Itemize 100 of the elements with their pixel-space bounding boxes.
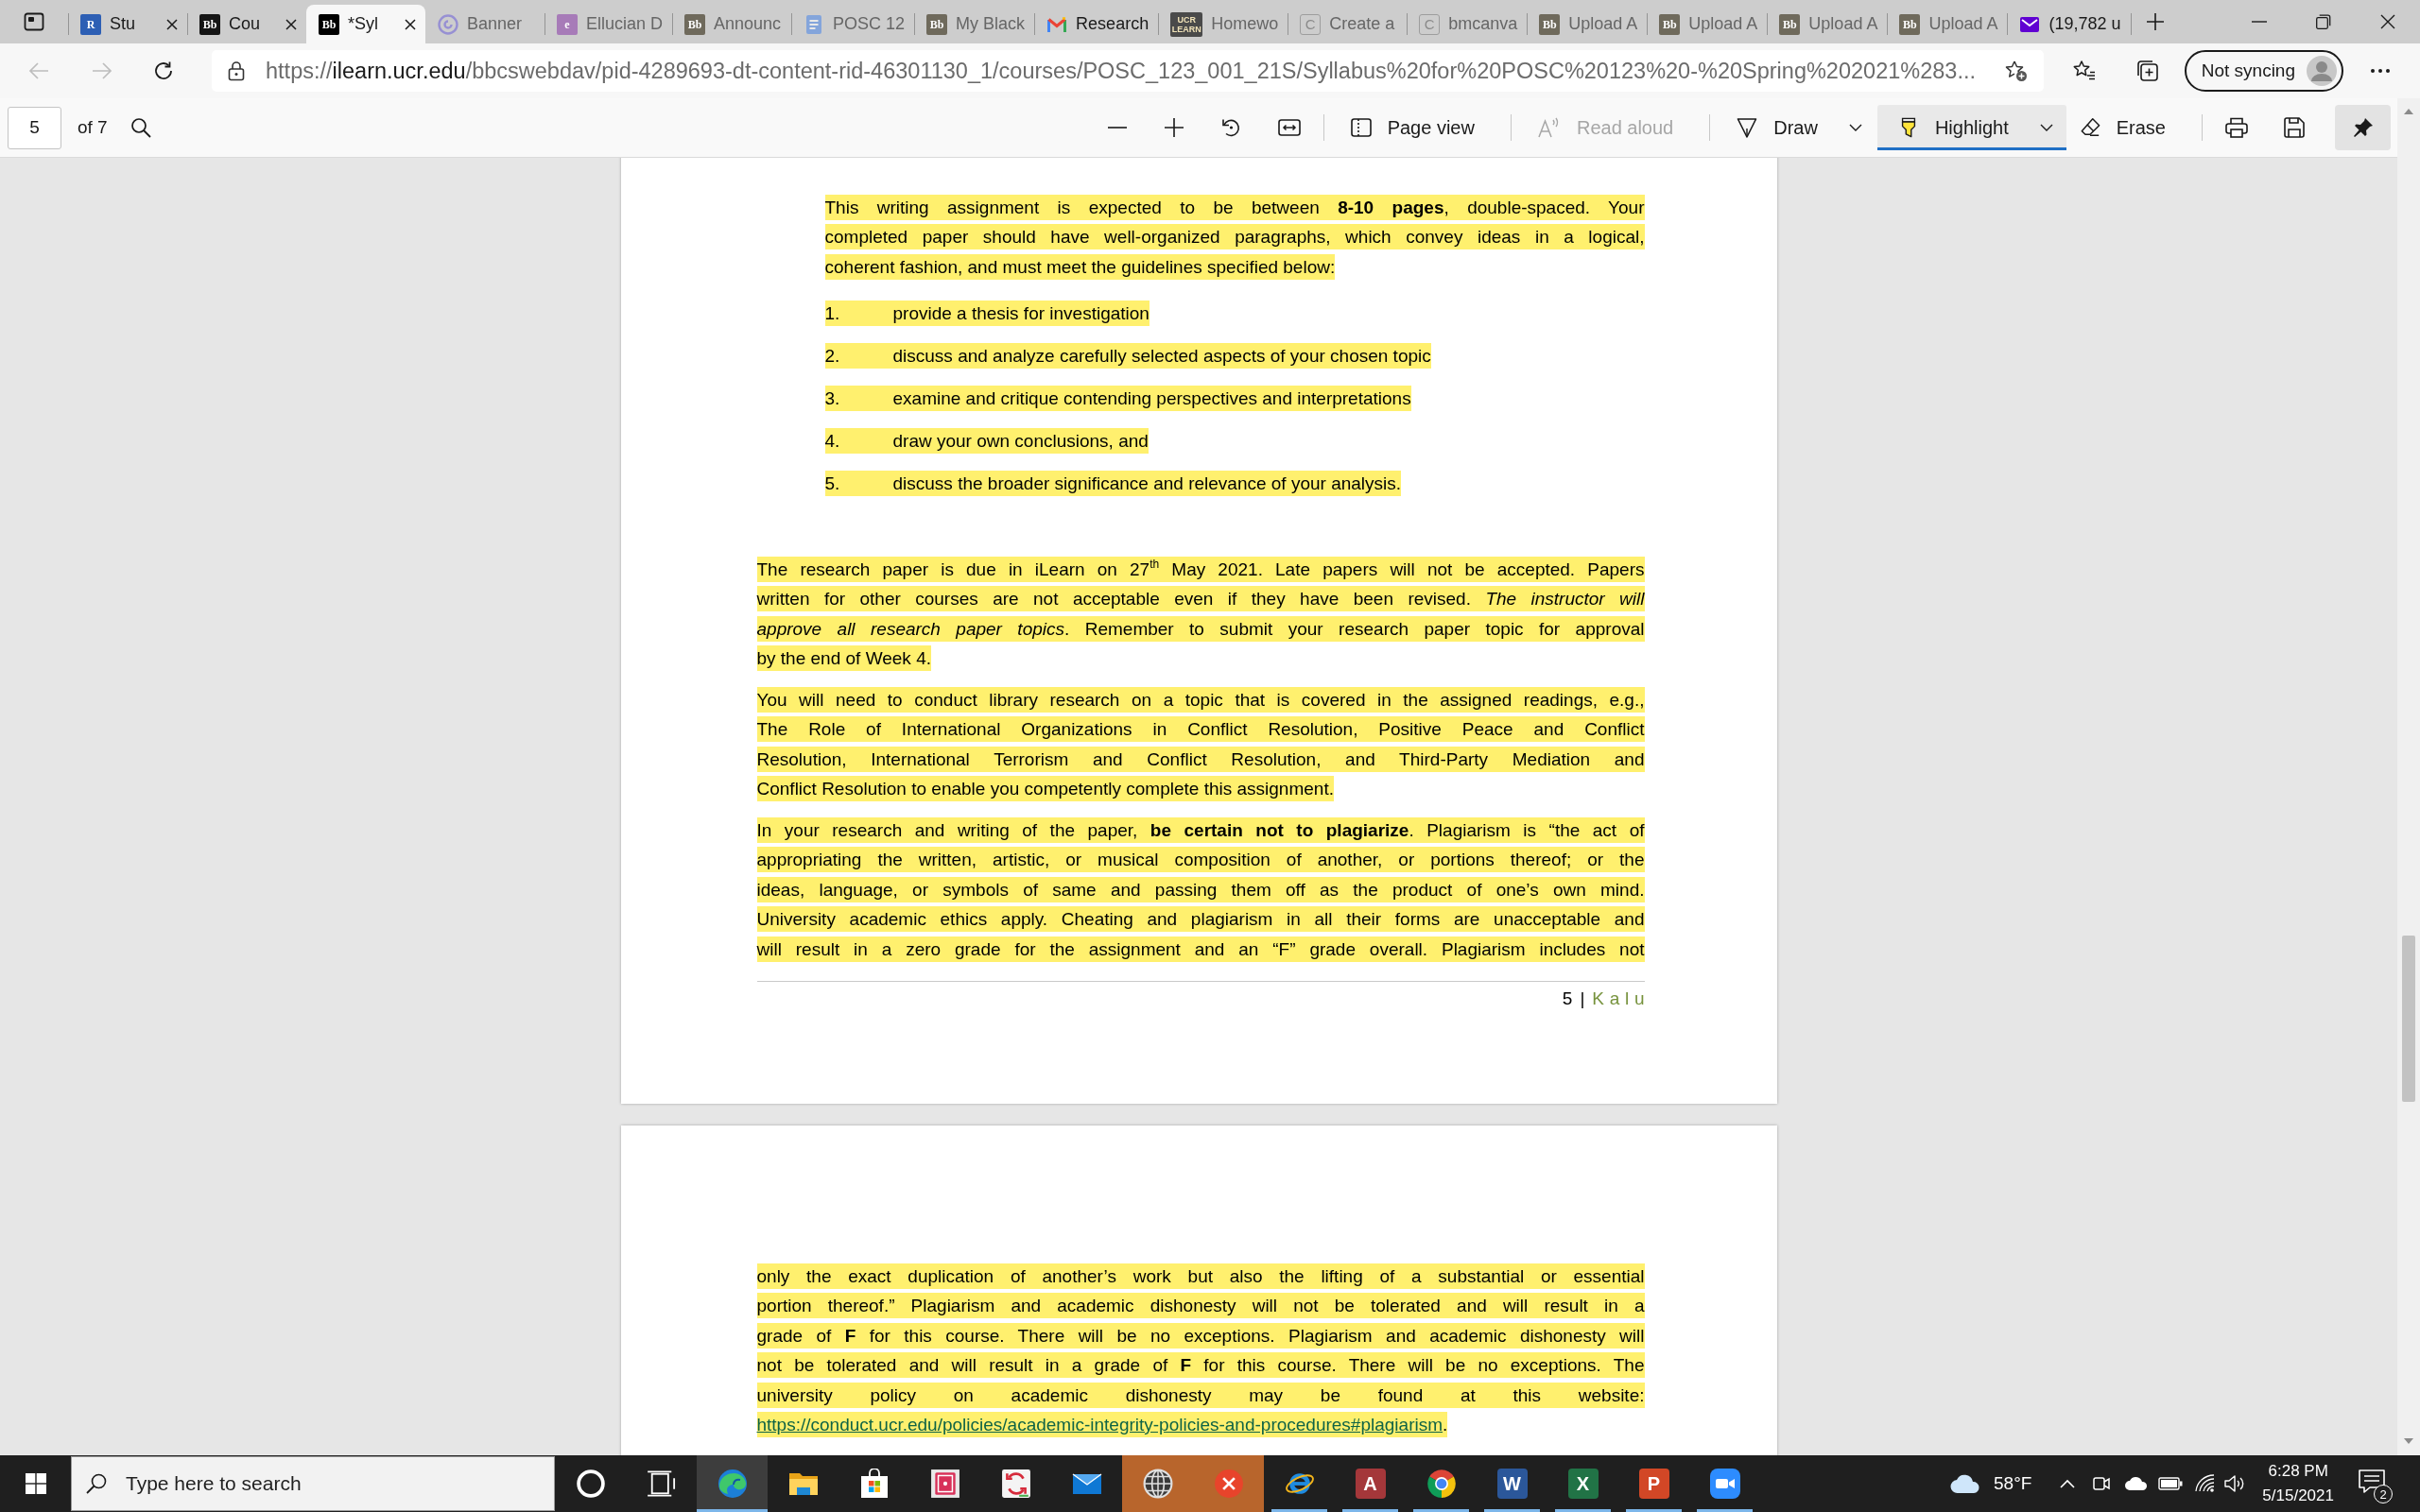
add-favorite-icon[interactable] — [2004, 60, 2028, 82]
tab-actions-icon[interactable] — [24, 11, 44, 32]
browser-tab[interactable]: C bmcanva — [1407, 5, 1528, 43]
site-logo: Bb — [684, 13, 706, 35]
refresh-icon[interactable] — [153, 60, 174, 81]
browser-tab[interactable]: Banner — [425, 5, 544, 43]
taskbar-button[interactable]: X — [1547, 1455, 1618, 1512]
page-count: of 7 — [78, 117, 108, 138]
circle-icon[interactable] — [575, 1469, 606, 1499]
paragraph: You will need to conduct library research on a topic that is covered in the assigned readings, e.g., The Role of International Organizations in Conflict Resolution, Positive Peace and Conflict Resolution, International Terrorism and Conflict Resolution, and Third-Party Mediation and Conflict Resolution to enable you competently complete this assignment. — [756, 686, 1645, 806]
browser-tab[interactable]: UCR LEARN Homewo — [1158, 5, 1288, 43]
temperature: 58°F — [1994, 1473, 2032, 1494]
scroll-up-icon[interactable] — [2404, 109, 2413, 114]
pen-icon — [1737, 117, 1758, 138]
volume-icon[interactable] — [2224, 1474, 2246, 1493]
eraser-icon — [2079, 117, 2100, 138]
collections-icon[interactable] — [2135, 60, 2159, 82]
browser-tab[interactable]: e Ellucian D — [544, 5, 673, 43]
clock-time[interactable]: 6:28 PM — [2268, 1459, 2328, 1484]
ring-logo-icon — [1426, 1469, 1457, 1499]
browser-tab[interactable]: R Stu — [68, 5, 187, 43]
link[interactable]: https://conduct.ucr.edu/policies/academic-integrity-policies-and-procedures#plagiarism — [756, 1415, 1443, 1435]
browser-tab[interactable]: Research — [1034, 5, 1159, 43]
list-number: 5. — [824, 470, 893, 496]
browser-tab[interactable]: (19,782 u — [2007, 5, 2131, 43]
battery-icon[interactable] — [2158, 1477, 2184, 1490]
page-view-icon — [1350, 117, 1372, 138]
profile-button[interactable]: Not syncing — [2184, 50, 2343, 92]
sync-icon — [1000, 1469, 1031, 1499]
save-icon[interactable] — [2284, 117, 2305, 138]
clock-date[interactable]: 5/15/2021 — [2262, 1484, 2334, 1508]
cloud-icon[interactable] — [2124, 1476, 2150, 1491]
swirl-logo-icon — [717, 1469, 748, 1499]
wifi-icon[interactable] — [2194, 1474, 2216, 1493]
browser-tab[interactable]: Bb Upload A — [1527, 5, 1648, 43]
cloud-icon[interactable] — [1950, 1473, 1980, 1494]
browser-tab[interactable]: Bb Upload A — [1767, 5, 1888, 43]
site-logo: Bb — [926, 13, 948, 35]
browser-tab[interactable]: Bb My Black — [914, 5, 1035, 43]
app-logo: X — [1567, 1469, 1599, 1499]
taskbar-button[interactable]: W — [1477, 1455, 1547, 1512]
fit-width-icon[interactable] — [1277, 119, 1301, 136]
zoom-in-icon[interactable] — [1164, 118, 1184, 137]
browser-tab[interactable]: Bb *Syl — [306, 5, 425, 43]
chevron-up-icon[interactable] — [2060, 1479, 2076, 1488]
close-icon[interactable] — [285, 18, 297, 30]
close-icon[interactable] — [405, 18, 416, 30]
lock-icon — [228, 60, 245, 81]
close-icon[interactable] — [166, 18, 178, 30]
browser-tab[interactable]: C Create a — [1288, 5, 1408, 43]
scrollbar-thumb[interactable] — [2402, 936, 2415, 1102]
list-item-text: discuss and analyze carefully selected aspects of your chosen topic — [892, 342, 1431, 369]
task-view-icon[interactable] — [646, 1469, 677, 1499]
scroll-down-icon[interactable] — [2404, 1438, 2413, 1444]
site-logo: C — [1300, 13, 1322, 35]
browser-tab[interactable]: POSC 12 — [791, 5, 915, 43]
taskbar-button[interactable] — [1122, 1455, 1193, 1512]
page-view-button[interactable]: Page view — [1337, 105, 1488, 150]
site-logo: Bb — [1899, 13, 1921, 35]
video-camera-icon[interactable] — [2092, 1474, 2112, 1493]
pin-icon — [2352, 117, 2374, 138]
paragraph: only the exact duplication of another’s work but also the lifting of a substantial or essential portion thereof.” Plagiarism and academic dishonesty will not be tolerated and will result in a grade of F for this course. There will be no exceptions. Plagiarism and academic dishonesty will not be tolerated and will result in a grade of F for this course. There will be no exceptions. The university policy on academic dishonesty may be found at this website: https://conduct.ucr.edu/policies/academic-integrity-policies-and-procedures#plagiarism. — [756, 1263, 1645, 1442]
search-icon[interactable] — [130, 117, 151, 138]
avatar-icon — [2307, 56, 2337, 86]
search-icon — [86, 1473, 107, 1494]
paragraph: This writing assignment is expected to be between 8-10 pages, double-spaced. Your completed paper should have well-organized paragraphs, which convey ideas in a logical, coherent fashion, and must meet the guidelines specified below: — [824, 194, 1645, 284]
list-item-text: draw your own conclusions, and — [892, 427, 1149, 454]
list-number: 3. — [824, 385, 893, 411]
erase-button[interactable]: Erase — [2066, 105, 2179, 150]
address-field[interactable]: https://ilearn.ucr.edu/bbcswebdav/pid-4289693-dt-content-rid-46301130_1/courses/POSC_123_001_21S/Syllabus%20for%20POSC%20123%20-%20Spring%202021%283... — [212, 50, 2044, 92]
pin-toolbar-button[interactable] — [2335, 105, 2391, 150]
restore-icon[interactable] — [2316, 14, 2331, 29]
globe-icon — [1142, 1469, 1173, 1499]
list-number: 1. — [824, 300, 893, 326]
browser-tab[interactable]: Bb Announc — [672, 5, 792, 43]
page-number: 5 — [1562, 988, 1573, 1010]
close-icon[interactable] — [2380, 14, 2395, 29]
favorites-icon[interactable] — [2072, 60, 2096, 82]
taskbar-button[interactable]: A — [1335, 1455, 1406, 1512]
new-tab-icon[interactable] — [2145, 12, 2165, 31]
site-logo: Bb — [319, 13, 339, 35]
app-logo: A — [1355, 1469, 1386, 1499]
list-item-text: discuss the broader significance and relevance of your analysis. — [892, 470, 1402, 496]
site-logo: Bb — [1779, 13, 1801, 35]
highlight-button[interactable]: Highlight — [1876, 105, 2066, 150]
notification-badge: 2 — [2374, 1485, 2393, 1503]
browser-tab[interactable]: Bb Cou — [187, 5, 306, 43]
search-field[interactable]: Type here to search — [71, 1456, 555, 1511]
list-number: 2. — [824, 342, 893, 369]
print-icon[interactable] — [2225, 117, 2248, 138]
site-logo: R — [80, 13, 101, 35]
read-aloud-icon — [1537, 117, 1561, 138]
taskbar-button[interactable]: P — [1618, 1455, 1689, 1512]
browser-tab[interactable]: Bb Upload A — [1647, 5, 1768, 43]
browser-tab[interactable]: Bb Upload A — [1887, 5, 2008, 43]
rotate-icon[interactable] — [1219, 117, 1241, 138]
page-number-field[interactable]: 5 — [8, 106, 61, 149]
start-icon[interactable] — [25, 1473, 46, 1494]
more-icon[interactable] — [2370, 68, 2391, 74]
draw-button[interactable]: Draw — [1723, 105, 1876, 150]
